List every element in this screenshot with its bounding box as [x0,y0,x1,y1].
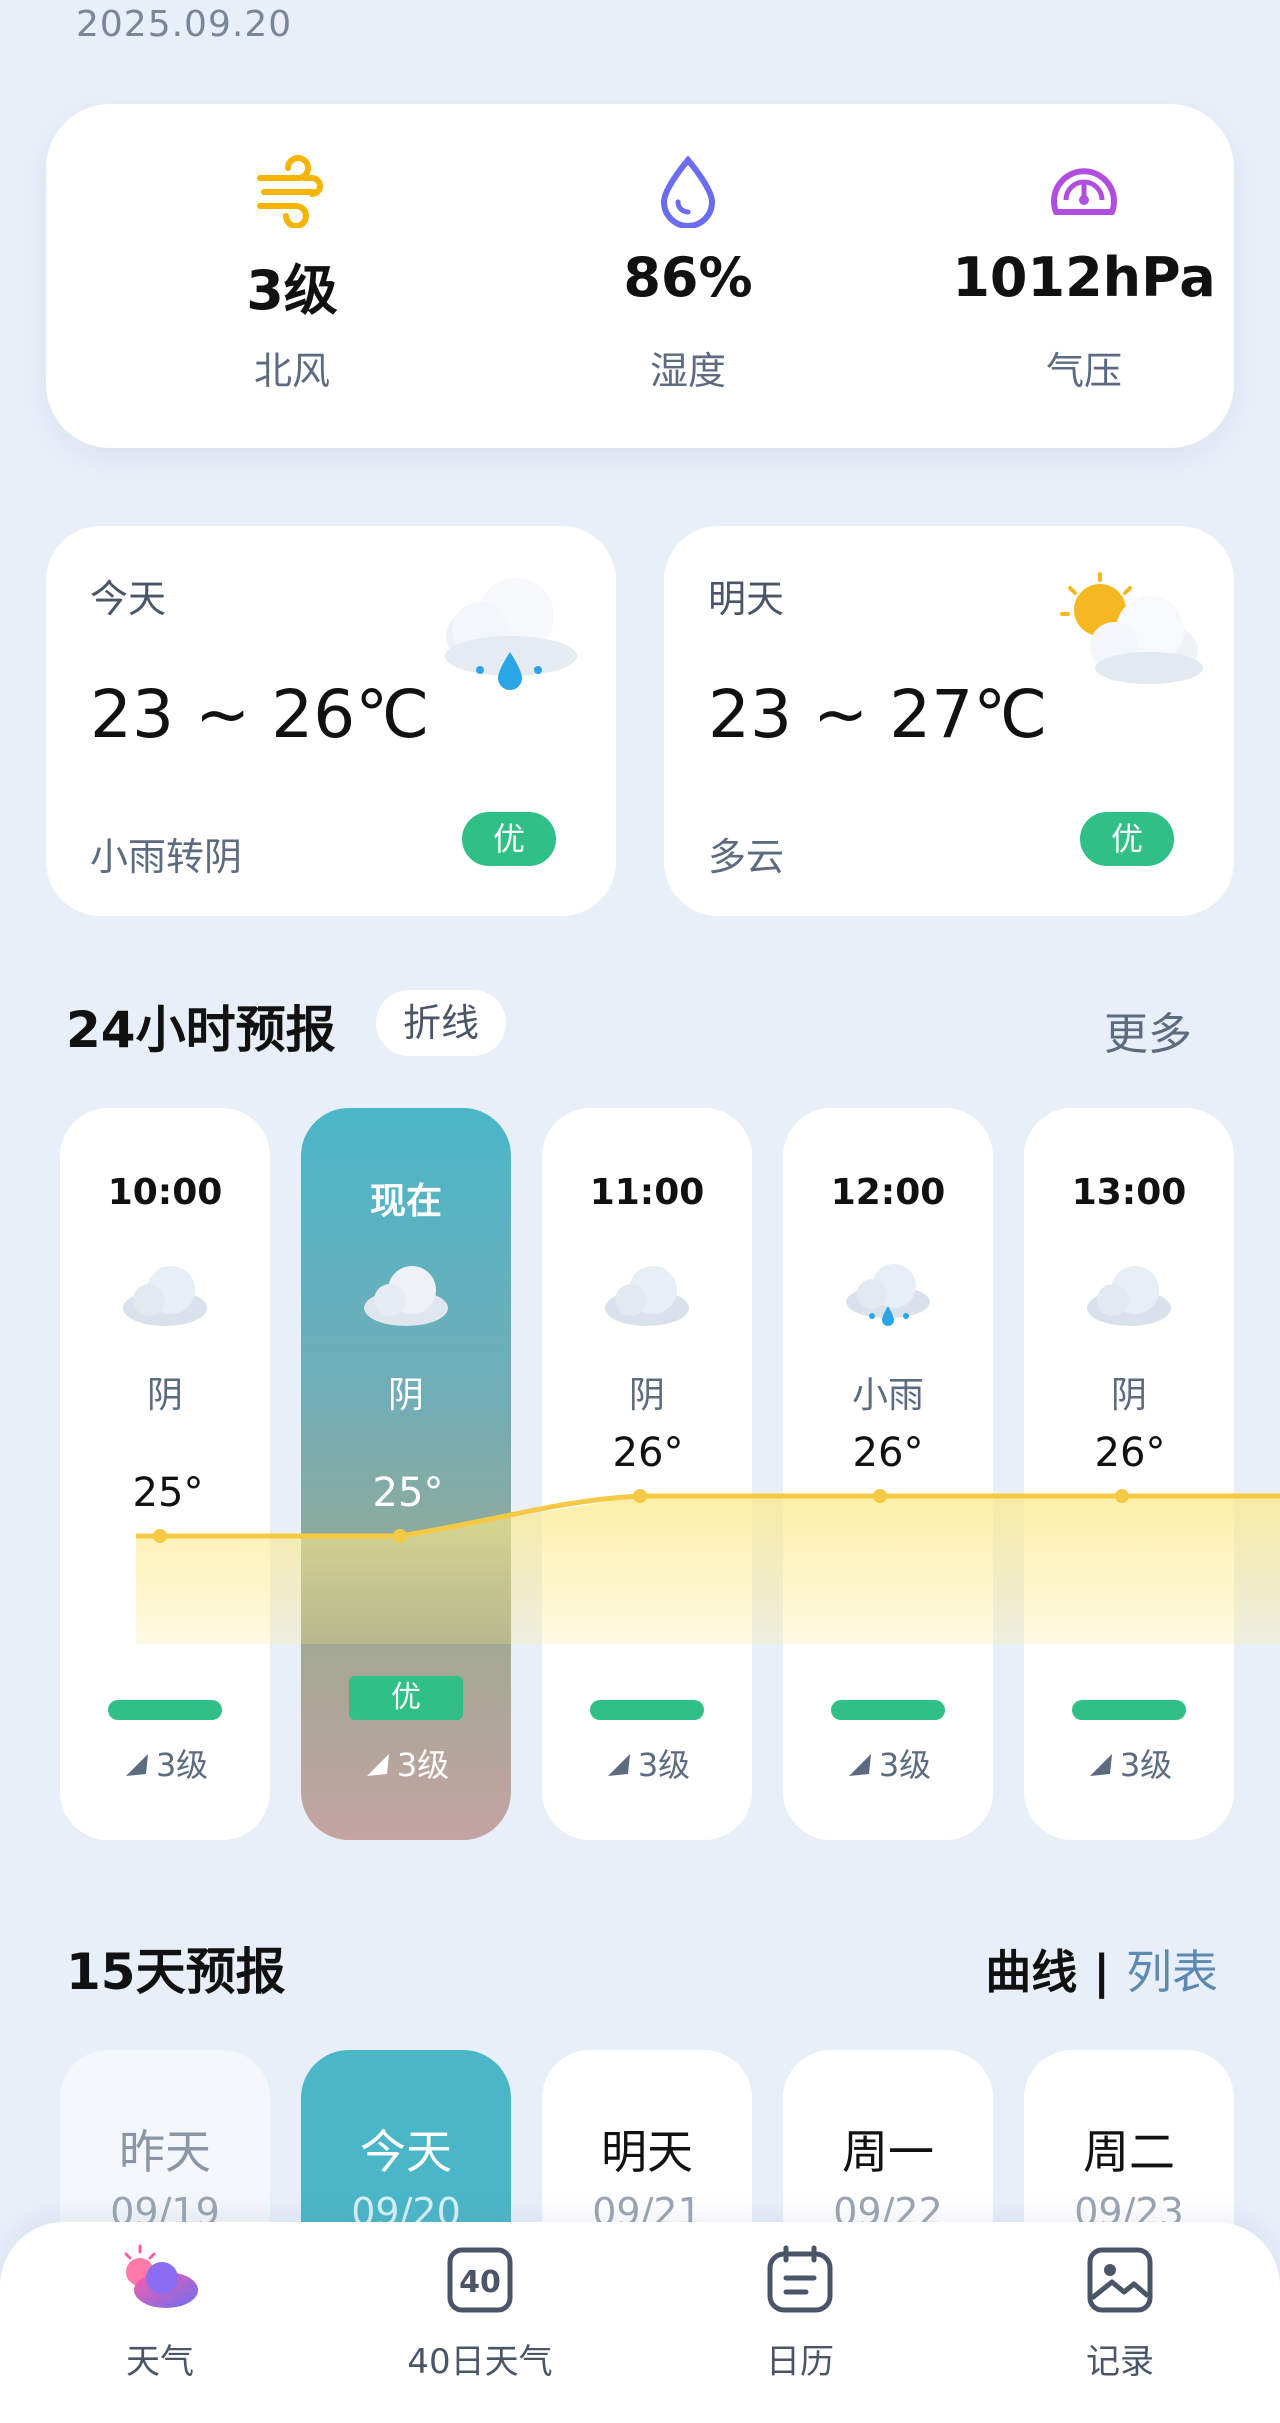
tomorrow-weather-desc: 多云 [708,835,785,879]
list-view-toggle[interactable]: 列表 [1126,1945,1218,1999]
wind-stat: 3级 北风 [94,104,490,448]
calendar-icon [767,2245,833,2313]
hour-condition: 阴 [387,1375,424,1416]
wind-direction-icon [848,1754,871,1776]
line-mode-chip[interactable]: 折线 [376,990,506,1056]
hour-aqi-bar [831,1700,945,1720]
tab-label: 日历 [766,2342,834,2382]
forty-day-calendar-icon: 40 [447,2247,513,2313]
hour-card-now[interactable]: 现在 阴 优 3级 [301,1108,511,1840]
pressure-label: 气压 [1045,349,1122,393]
hour-wind: 3级 [301,1740,511,1786]
light-rain-cloud-icon [846,1264,930,1326]
today-title: 今天 [90,577,167,621]
tab-records[interactable]: 记录 [960,2222,1280,2423]
wind-label: 北风 [253,349,330,393]
hour-time: 10:00 [107,1172,223,1213]
humidity-label: 湿度 [649,349,726,393]
tomorrow-temp-range: 23 ~ 27℃ [708,676,1048,753]
weather-tab-icon [124,2244,198,2308]
cloud-icon [123,1266,207,1326]
daily-name: 周一 [842,2125,934,2179]
cloud-icon [1087,1266,1171,1326]
tomorrow-aqi-badge: 优 [1080,812,1174,866]
bottom-tab-bar: 天气 40 40日天气 日历 记录 [0,2222,1280,2423]
hour-condition: 小雨 [851,1375,924,1416]
wind-value: 3级 [246,259,338,322]
date-label: 2025.09.20 [76,4,293,45]
wind-icon [257,155,323,228]
hour-wind-level: 3级 [637,1746,691,1784]
tomorrow-card[interactable]: 明天 23 ~ 27℃ 多云 优 [664,526,1234,916]
tab-calendar[interactable]: 日历 [640,2222,960,2423]
hour-card[interactable]: 10:00 阴 3级 [60,1108,270,1840]
hour-card[interactable]: 12:00 小雨 3级 [783,1108,993,1840]
hour-card[interactable]: 13:00 阴 3级 [1024,1108,1234,1840]
tab-label: 天气 [126,2342,194,2382]
hour-wind: 3级 [60,1740,270,1786]
pressure-gauge-icon [1051,168,1117,215]
hour-card[interactable]: 11:00 阴 3级 [542,1108,752,1840]
hour-wind: 3级 [542,1740,752,1786]
daily-forecast-title: 15天预报 [66,1943,286,2001]
today-temp-range: 23 ~ 26℃ [90,676,430,753]
light-rain-cloud-icon [445,578,577,690]
hour-aqi-badge: 优 [349,1676,463,1720]
hour-time: 12:00 [830,1172,946,1213]
wind-direction-icon [125,1754,148,1776]
image-record-icon [1087,2247,1153,2313]
hourly-forecast-title: 24小时预报 [66,1001,336,1059]
tab-label: 40日天气 [407,2342,553,2382]
hour-wind-level: 3级 [1119,1746,1173,1784]
current-conditions-card: 3级 北风 86% 湿度 1012hPa 气压 [46,104,1234,448]
tab-label: 记录 [1086,2342,1154,2382]
hour-aqi-bar [108,1700,222,1720]
hour-condition: 阴 [1110,1375,1147,1416]
wind-direction-icon [366,1754,389,1776]
hour-condition: 阴 [628,1375,665,1416]
hour-condition: 阴 [146,1375,183,1416]
hour-wind-level: 3级 [396,1746,450,1784]
hour-wind: 3级 [1024,1740,1234,1786]
tab-40-day[interactable]: 40 40日天气 [320,2222,640,2423]
wind-direction-icon [1089,1754,1112,1776]
toggle-separator: | [1093,1945,1110,1999]
curve-view-toggle[interactable]: 曲线 [985,1945,1077,1999]
hour-wind-level: 3级 [878,1746,932,1784]
daily-name: 昨天 [119,2125,211,2179]
humidity-stat: 86% 湿度 [490,104,886,448]
hour-aqi-bar [1072,1700,1186,1720]
view-toggle: 曲线 | 列表 [985,1936,1218,2002]
cloud-icon [364,1266,448,1326]
wind-direction-icon [607,1754,630,1776]
tab-weather[interactable]: 天气 [0,2222,320,2423]
hour-wind: 3级 [783,1740,993,1786]
today-aqi-badge: 优 [462,812,556,866]
more-link[interactable]: 更多 [1104,998,1192,1062]
hour-aqi-bar [590,1700,704,1720]
daily-name: 明天 [601,2125,693,2179]
hour-time: 11:00 [589,1172,705,1213]
humidity-value: 86% [623,246,753,309]
partly-cloudy-icon [1060,572,1203,684]
tomorrow-title: 明天 [708,577,785,621]
today-weather-desc: 小雨转阴 [90,835,243,879]
today-card[interactable]: 今天 23 ~ 26℃ 小雨转阴 优 [46,526,616,916]
svg-text:40: 40 [459,2265,501,2300]
hour-wind-level: 3级 [155,1746,209,1784]
humidity-icon [660,155,716,228]
pressure-value: 1012hPa [952,246,1216,309]
cloud-icon [605,1266,689,1326]
daily-name: 周二 [1083,2125,1175,2179]
hour-time: 13:00 [1071,1172,1187,1213]
daily-name: 今天 [360,2125,452,2179]
pressure-stat: 1012hPa 气压 [886,104,1280,448]
hour-time: 现在 [369,1181,442,1222]
